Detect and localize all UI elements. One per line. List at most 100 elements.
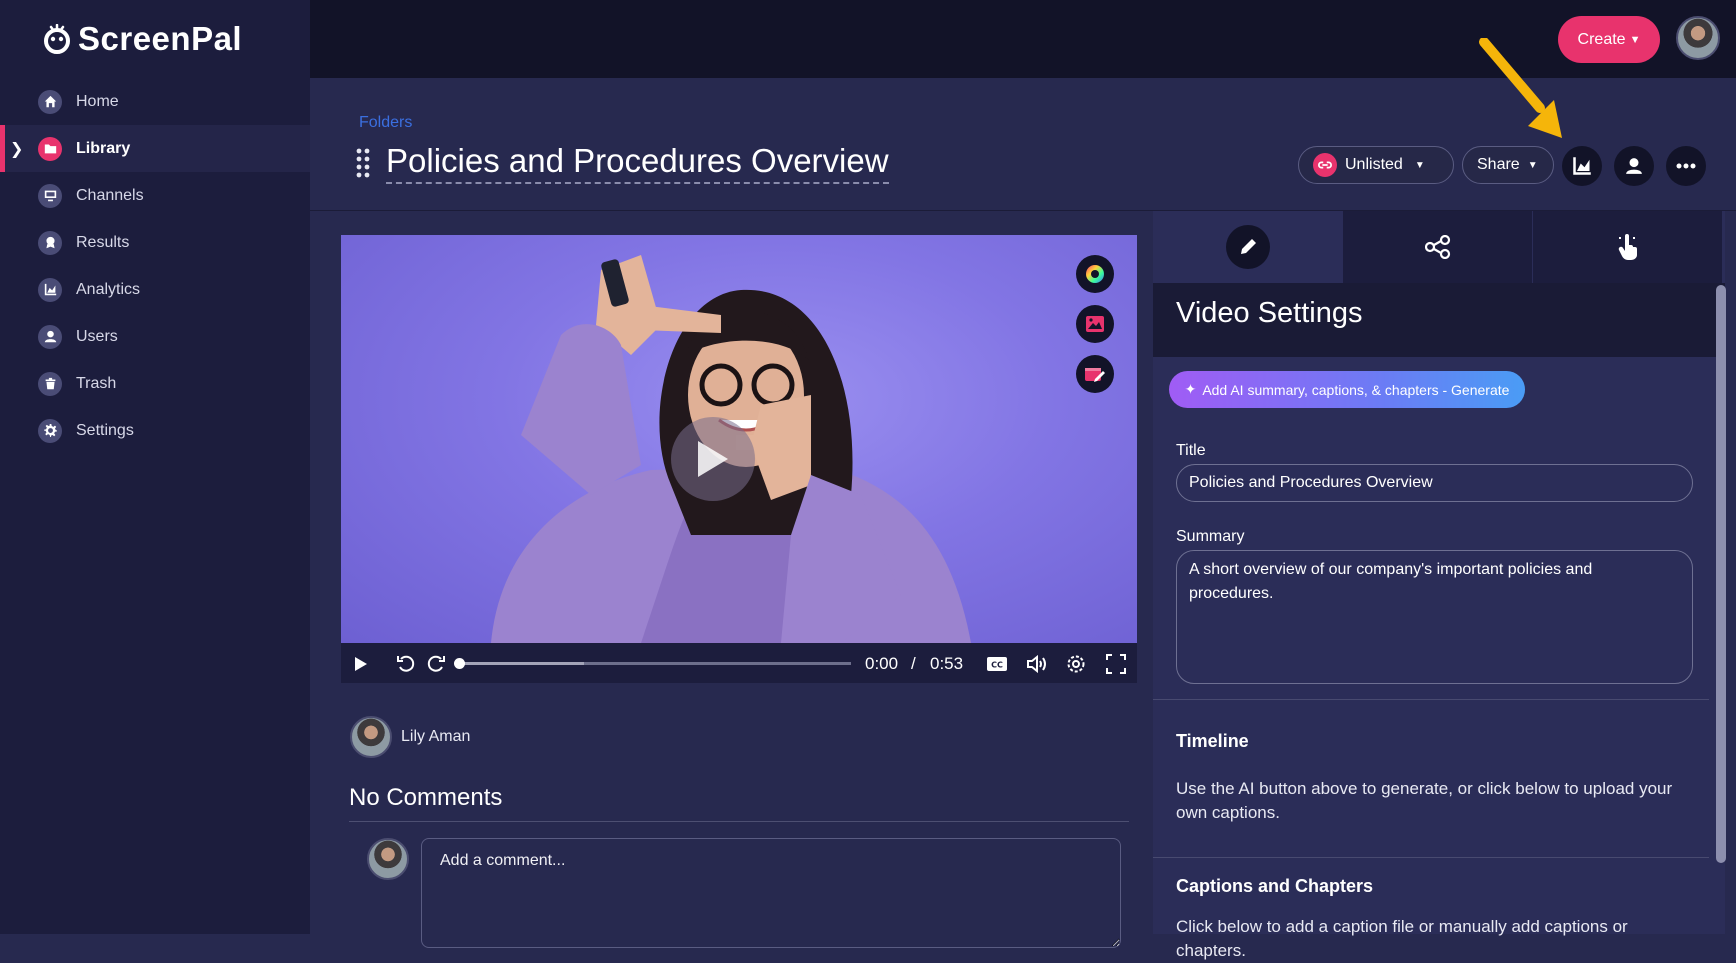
- screenpal-logo[interactable]: ScreenPal: [42, 20, 242, 58]
- volume-icon: [1027, 655, 1046, 673]
- create-button-label: Create: [1577, 30, 1626, 48]
- seek-handle[interactable]: [454, 658, 465, 669]
- chevron-down-icon: ▼: [1527, 159, 1538, 171]
- play-icon: [698, 441, 728, 477]
- panel-heading: Video Settings: [1176, 297, 1363, 329]
- chevron-down-icon: ▼: [1629, 33, 1641, 46]
- visibility-label: Unlisted: [1345, 156, 1403, 173]
- chart-icon: [1573, 157, 1591, 175]
- page-title[interactable]: Policies and Procedures Overview: [386, 142, 889, 184]
- user-access-button[interactable]: [1614, 146, 1654, 186]
- ai-generate-button[interactable]: ✦ Add AI summary, captions, & chapters -…: [1169, 371, 1525, 408]
- summary-label: Summary: [1176, 528, 1245, 545]
- app-name: ScreenPal: [78, 20, 243, 57]
- folder-icon: [38, 136, 62, 161]
- drag-handle-icon[interactable]: [356, 148, 370, 180]
- duration: 0:53: [930, 654, 964, 673]
- chevron-down-icon: ▼: [1414, 159, 1425, 171]
- sidebar-item-label: Results: [76, 233, 130, 251]
- comments-divider: [349, 821, 1129, 822]
- annotation-arrow-icon: [1479, 38, 1562, 138]
- user-icon: [1626, 158, 1642, 174]
- home-icon: [38, 89, 62, 114]
- captions-heading: Captions and Chapters: [1176, 876, 1374, 896]
- svg-text:CC: CC: [991, 661, 1003, 670]
- comments-heading: No Comments: [349, 784, 503, 811]
- video-edit-icon: [1085, 368, 1105, 382]
- title-label: Title: [1176, 442, 1206, 459]
- volume-button[interactable]: [1026, 653, 1048, 675]
- timeline-text: Use the AI button above to generate, or …: [1176, 779, 1673, 822]
- video-player[interactable]: [341, 235, 1137, 643]
- commenter-avatar: [367, 838, 409, 880]
- seek-buffered: [458, 662, 584, 665]
- play-overlay-button[interactable]: [671, 417, 755, 501]
- color-wheel-icon: [1086, 265, 1104, 283]
- share-network-icon: [1424, 235, 1450, 259]
- panel-tabs: [1153, 211, 1725, 283]
- tab-share[interactable]: [1343, 211, 1533, 283]
- sidebar-item-label: Settings: [76, 421, 134, 439]
- pencil-icon: [1240, 239, 1256, 254]
- captions-button[interactable]: CC: [986, 653, 1008, 675]
- fullscreen-button[interactable]: [1105, 653, 1127, 675]
- analytics-button[interactable]: [1562, 146, 1602, 186]
- rewind-icon: [397, 655, 415, 672]
- chevron-right-icon: ❯: [10, 140, 24, 158]
- sidebar-item-analytics[interactable]: Analytics: [0, 266, 310, 313]
- sidebar-item-label: Home: [76, 92, 119, 110]
- time-separator: /: [911, 654, 916, 673]
- tab-interactions[interactable]: [1533, 211, 1723, 283]
- color-tool-button[interactable]: [1076, 255, 1114, 293]
- fullscreen-icon: [1106, 654, 1126, 674]
- visibility-dropdown[interactable]: Unlisted ▼: [1298, 146, 1454, 184]
- user-icon: [38, 324, 62, 349]
- sidebar-item-home[interactable]: Home: [0, 78, 310, 125]
- rewind-button[interactable]: [395, 653, 417, 675]
- forward-button[interactable]: [425, 653, 447, 675]
- sidebar-item-settings[interactable]: Settings: [0, 407, 310, 454]
- badge-icon: [38, 230, 62, 255]
- link-icon: [1313, 153, 1337, 177]
- sidebar-item-trash[interactable]: Trash: [0, 360, 310, 407]
- monitor-icon: [38, 183, 62, 208]
- sidebar-nav: Home ❯ Library Channels Results Analytic…: [0, 78, 310, 454]
- summary-field[interactable]: A short overview of our company's import…: [1176, 550, 1693, 684]
- panel-scrollbar[interactable]: [1716, 285, 1726, 863]
- tab-edit[interactable]: [1153, 211, 1343, 283]
- comment-input[interactable]: [421, 838, 1121, 948]
- author-avatar: [350, 716, 392, 758]
- section-divider: [1153, 699, 1709, 700]
- more-options-button[interactable]: [1666, 146, 1706, 186]
- author-name: Lily Aman: [401, 728, 471, 745]
- share-button[interactable]: Share ▼: [1462, 146, 1554, 184]
- sidebar-item-users[interactable]: Users: [0, 313, 310, 360]
- edit-video-tool-button[interactable]: [1076, 355, 1114, 393]
- seek-bar[interactable]: [454, 658, 851, 669]
- play-button[interactable]: [350, 653, 372, 675]
- video-settings-panel: Video Settings ✦ Add AI summary, caption…: [1153, 211, 1725, 960]
- ai-generate-label: Add AI summary, captions, & chapters - G…: [1202, 381, 1510, 398]
- forward-icon: [427, 655, 445, 672]
- cc-icon: CC: [987, 657, 1007, 671]
- title-field[interactable]: [1176, 464, 1693, 502]
- play-icon: [355, 657, 367, 671]
- sidebar-item-label: Library: [76, 139, 131, 157]
- captions-text: Click below to add a caption file or man…: [1176, 917, 1628, 960]
- sidebar-item-label: Analytics: [76, 280, 141, 298]
- sidebar-item-library[interactable]: ❯ Library: [0, 125, 310, 172]
- sidebar-item-channels[interactable]: Channels: [0, 172, 310, 219]
- trash-icon: [38, 371, 62, 396]
- image-icon: [1086, 316, 1104, 332]
- sidebar-item-results[interactable]: Results: [0, 219, 310, 266]
- sparkle-icon: ✦: [1184, 381, 1197, 397]
- account-avatar[interactable]: [1676, 16, 1720, 60]
- player-settings-button[interactable]: [1065, 653, 1087, 675]
- sidebar-item-label: Trash: [76, 374, 117, 392]
- thumbnail-tool-button[interactable]: [1076, 305, 1114, 343]
- breadcrumb-folders[interactable]: Folders: [359, 114, 412, 132]
- create-button[interactable]: Create ▼: [1558, 16, 1660, 63]
- sidebar: ScreenPal Home ❯ Library Channels Result…: [0, 0, 310, 934]
- share-label: Share: [1477, 156, 1520, 173]
- gear-icon: [1067, 655, 1085, 673]
